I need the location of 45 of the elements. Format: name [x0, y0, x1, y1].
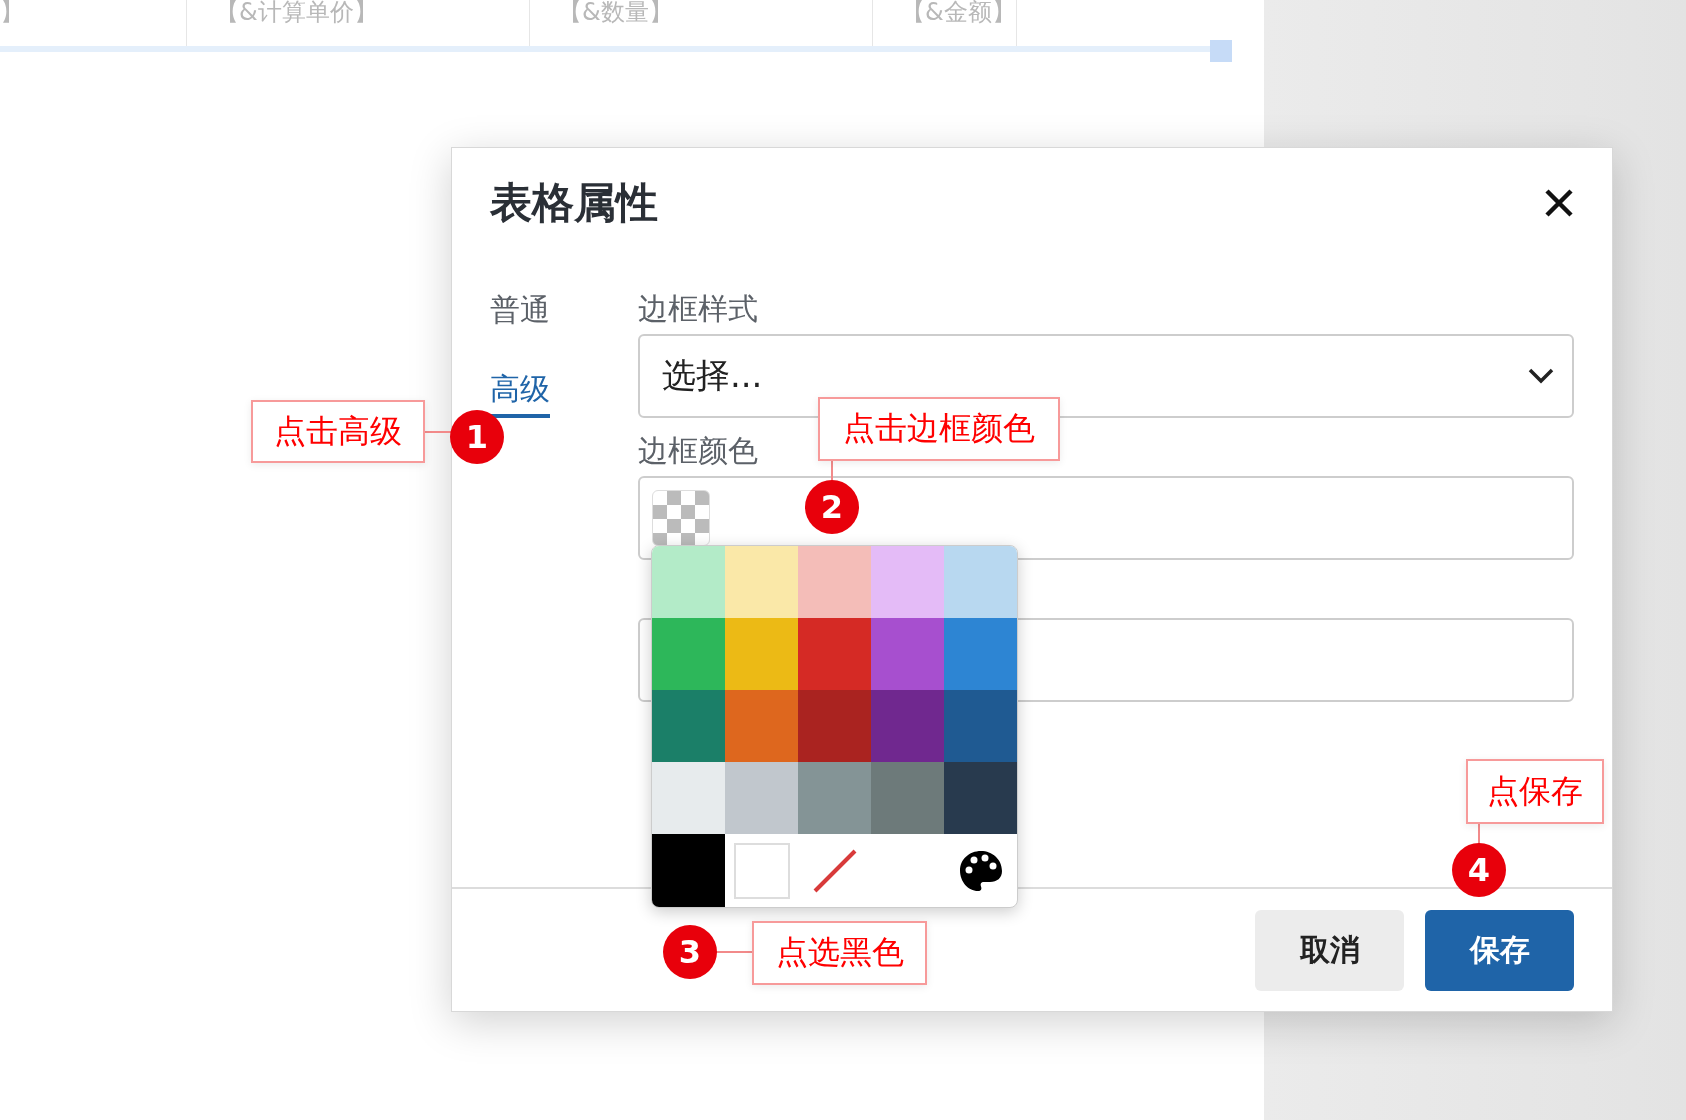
color-swatch[interactable]: [652, 690, 725, 762]
close-icon[interactable]: [1544, 188, 1574, 218]
resize-handle[interactable]: [1210, 40, 1232, 62]
cancel-button[interactable]: 取消: [1255, 909, 1404, 991]
callout-tooltip: 点选黑色: [752, 921, 927, 985]
color-swatch[interactable]: [798, 690, 871, 762]
color-swatch[interactable]: [871, 690, 944, 762]
color-swatch[interactable]: [798, 546, 871, 618]
color-swatch[interactable]: [944, 690, 1017, 762]
chevron-down-icon: [1528, 368, 1554, 384]
leader-line: [831, 461, 833, 483]
color-swatch[interactable]: [798, 618, 871, 690]
color-swatch[interactable]: [652, 546, 725, 618]
color-swatch[interactable]: [944, 762, 1017, 834]
save-button[interactable]: 保存: [1425, 909, 1574, 991]
callout-tooltip: 点击边框颜色: [818, 397, 1060, 461]
color-swatch[interactable]: [652, 618, 725, 690]
color-swatch[interactable]: [733, 842, 790, 899]
field-label: 边框样式: [638, 290, 759, 328]
callout-tooltip: 点击高级: [251, 400, 425, 463]
color-swatch[interactable]: [725, 762, 798, 834]
tab[interactable]: 普通: [490, 290, 550, 339]
color-swatch[interactable]: [725, 690, 798, 762]
color-swatch[interactable]: [944, 618, 1017, 690]
color-swatch[interactable]: [725, 546, 798, 618]
color-swatch[interactable]: [871, 618, 944, 690]
column-header: 】: [0, 0, 24, 24]
color-swatch[interactable]: [871, 762, 944, 834]
leader-line: [425, 431, 453, 433]
field-label: 边框颜色: [638, 432, 759, 470]
dialog-title: 表格属性: [490, 177, 658, 229]
leader-line: [714, 951, 752, 953]
column-header: 【&金额】: [901, 0, 1016, 24]
callout-tooltip: 点保存: [1466, 759, 1604, 824]
no-color-icon[interactable]: [811, 847, 858, 894]
color-swatch[interactable]: [652, 762, 725, 834]
column-header: 【&计算单价】: [215, 0, 378, 24]
color-swatch[interactable]: [798, 762, 871, 834]
color-swatch[interactable]: [652, 834, 725, 907]
palette-icon[interactable]: [958, 849, 1003, 892]
column-header: 【&数量】: [558, 0, 673, 24]
color-swatch[interactable]: [725, 618, 798, 690]
leader-line: [1478, 824, 1480, 846]
color-swatch[interactable]: [871, 546, 944, 618]
color-swatch[interactable]: [944, 546, 1017, 618]
